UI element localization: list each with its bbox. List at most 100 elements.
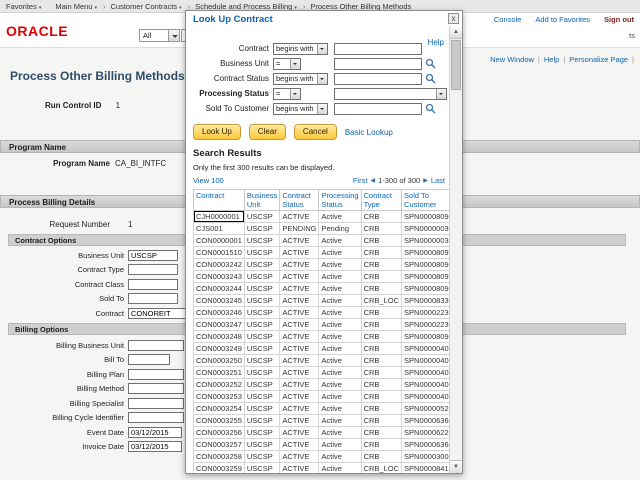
result-cell[interactable]: USCSP [244,223,279,235]
result-cell[interactable]: Active [319,379,361,391]
result-cell[interactable]: CRB [361,223,401,235]
result-cell[interactable]: CRB [361,331,401,343]
clear-button[interactable]: Clear [249,124,286,140]
result-cell[interactable]: ACTIVE [280,343,319,355]
billing-method-input[interactable] [128,383,184,394]
result-cell[interactable]: ACTIVE [280,295,319,307]
result-cell[interactable]: Active [319,415,361,427]
sold-to-customer-input[interactable] [334,103,422,115]
billing-plan-input[interactable] [128,369,184,380]
contract-type-input[interactable] [128,264,178,275]
result-cell[interactable]: SPN0000223 [402,319,449,331]
result-cell[interactable]: CRB [361,439,401,451]
result-cell[interactable]: ACTIVE [280,439,319,451]
result-cell[interactable]: USCSP [244,247,279,259]
result-cell[interactable]: ACTIVE [280,379,319,391]
result-cell[interactable]: CRB [361,211,401,223]
column-header-business-unit[interactable]: Business Unit [244,190,279,211]
result-cell[interactable]: CRB [361,355,401,367]
result-cell[interactable]: Active [319,463,361,474]
result-cell[interactable]: CRB [361,391,401,403]
column-header-contract[interactable]: Contract [194,190,245,211]
result-cell[interactable]: USCSP [244,439,279,451]
contract-status-input[interactable] [334,73,422,85]
result-cell[interactable]: CRB [361,259,401,271]
result-cell[interactable]: USCSP [244,307,279,319]
result-cell[interactable]: Active [319,367,361,379]
result-cell[interactable]: USCSP [244,379,279,391]
billing-business-unit-input[interactable] [128,340,184,351]
previous-page-icon[interactable]: ◀ [370,177,375,184]
view-100-link[interactable]: View 100 [193,176,224,185]
result-cell[interactable]: CON0003242 [194,259,245,271]
result-cell[interactable]: SPN0000636 [402,439,449,451]
result-cell[interactable]: Active [319,343,361,355]
column-header-processing-status[interactable]: Processing Status [319,190,361,211]
sold-to-input[interactable] [128,293,178,304]
result-cell[interactable]: CON0003244 [194,283,245,295]
result-cell[interactable]: SPN0000300 [402,451,449,463]
result-cell[interactable]: CON0003243 [194,271,245,283]
result-cell[interactable]: Active [319,271,361,283]
sold-to-customer-lookup-search-icon[interactable] [425,103,436,114]
contract-input[interactable] [334,43,422,55]
result-cell[interactable]: ACTIVE [280,247,319,259]
column-header-sold-to-customer[interactable]: Sold To Customer [402,190,449,211]
contract-status-operator-select[interactable]: begins with [273,73,328,85]
result-cell[interactable]: CON0003253 [194,391,245,403]
result-cell[interactable]: ACTIVE [280,259,319,271]
result-cell[interactable]: ACTIVE [280,271,319,283]
result-cell[interactable]: ACTIVE [280,307,319,319]
breadcrumb-item-main-menu[interactable]: Main Menu▾ [55,2,97,11]
toolbar-link-help[interactable]: Help [544,55,559,64]
result-cell[interactable]: USCSP [244,331,279,343]
result-cell[interactable]: USCSP [244,211,279,223]
result-cell[interactable]: SPN0000841 [402,463,449,474]
sold-to-customer-operator-select[interactable]: begins with [273,103,328,115]
result-cell[interactable]: Active [319,319,361,331]
add-to-favorites-link[interactable]: Add to Favorites [535,15,590,24]
close-icon[interactable]: x [448,13,459,24]
result-cell[interactable]: USCSP [244,283,279,295]
result-cell[interactable]: USCSP [244,367,279,379]
bill-to-input[interactable] [128,354,170,365]
result-cell[interactable]: CRB [361,403,401,415]
sign-out-link[interactable]: Sign out [604,15,634,24]
event-date-input[interactable] [128,427,182,438]
result-cell[interactable]: CON0000001 [194,235,245,247]
result-cell[interactable]: CRB [361,307,401,319]
console-link[interactable]: Console [494,15,522,24]
result-cell[interactable]: USCSP [244,355,279,367]
result-cell[interactable]: Active [319,331,361,343]
result-cell[interactable]: ACTIVE [280,331,319,343]
result-cell[interactable]: CON0003247 [194,319,245,331]
result-cell[interactable]: Active [319,307,361,319]
result-cell[interactable]: CRB [361,415,401,427]
result-cell[interactable]: CRB [361,319,401,331]
column-header-contract-type[interactable]: Contract Type [361,190,401,211]
result-cell[interactable]: Active [319,391,361,403]
result-cell[interactable]: CON0003255 [194,415,245,427]
result-cell[interactable]: USCSP [244,391,279,403]
scroll-down-icon[interactable]: ▼ [450,460,462,473]
result-cell[interactable]: CON0003254 [194,403,245,415]
result-cell[interactable]: SPN0000833 [402,295,449,307]
result-cell[interactable]: SPN0000040 [402,391,449,403]
result-cell[interactable]: SPN0000809 [402,247,449,259]
result-cell[interactable]: CON0003257 [194,439,245,451]
invoice-date-input[interactable] [128,441,182,452]
result-cell[interactable]: SPN0000636 [402,415,449,427]
result-cell[interactable]: SPN0000040 [402,343,449,355]
result-cell[interactable]: SPN0000223 [402,307,449,319]
result-cell[interactable]: Active [319,403,361,415]
result-cell[interactable]: USCSP [244,271,279,283]
result-cell[interactable]: CRB [361,283,401,295]
breadcrumb-item-customer-contracts[interactable]: Customer Contracts▾ [110,2,181,11]
result-cell[interactable]: USCSP [244,319,279,331]
business-unit-operator-select[interactable]: = [273,58,301,70]
result-cell[interactable]: SPN0000040 [402,379,449,391]
result-cell[interactable]: CON0003245 [194,295,245,307]
business-unit-input[interactable] [334,58,422,70]
result-cell[interactable]: ACTIVE [280,211,319,223]
result-cell[interactable]: SPN0000809 [402,271,449,283]
